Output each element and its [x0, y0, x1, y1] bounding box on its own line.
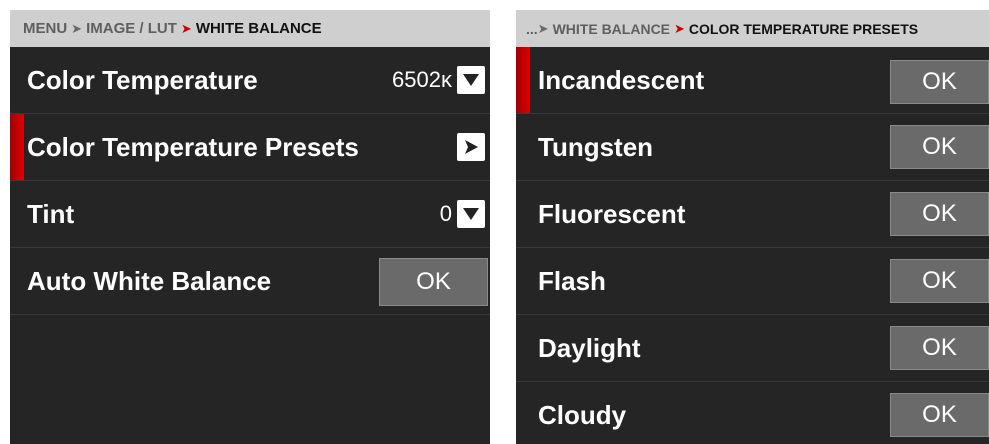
- breadcrumb-item-white-balance[interactable]: WHITE BALANCE: [553, 21, 670, 37]
- preset-row-daylight[interactable]: Daylight OK: [516, 315, 989, 382]
- chevron-right-icon: ➤: [71, 20, 83, 36]
- row-label: Color Temperature: [27, 64, 258, 95]
- cloudy-ok-button[interactable]: OK: [890, 393, 989, 437]
- preset-row-flash[interactable]: Flash OK: [516, 248, 989, 315]
- menu-row-auto-white-balance: Auto White Balance OK: [10, 248, 490, 315]
- row-label: Tungsten: [538, 131, 654, 162]
- selection-indicator: [10, 114, 24, 180]
- menu-row-tint[interactable]: Tint 0: [10, 181, 490, 248]
- tungsten-ok-button[interactable]: OK: [890, 125, 989, 169]
- chevron-down-icon[interactable]: [457, 200, 485, 228]
- breadcrumb-current: WHITE BALANCE: [195, 20, 322, 37]
- chevron-right-icon: ➤: [674, 20, 685, 36]
- incandescent-ok-button[interactable]: OK: [890, 60, 989, 104]
- flash-ok-button[interactable]: OK: [890, 259, 989, 303]
- breadcrumb-ellipsis[interactable]: ...: [526, 21, 538, 37]
- preset-row-incandescent[interactable]: Incandescent OK: [516, 47, 989, 114]
- preset-row-tungsten[interactable]: Tungsten OK: [516, 114, 989, 181]
- chevron-down-icon[interactable]: [457, 66, 485, 94]
- preset-row-cloudy[interactable]: Cloudy OK: [516, 382, 989, 444]
- preset-row-fluorescent[interactable]: Fluorescent OK: [516, 181, 989, 248]
- breadcrumb-item-menu[interactable]: MENU: [23, 20, 67, 37]
- chevron-right-icon: ➤: [537, 20, 549, 36]
- row-label: Incandescent: [538, 64, 705, 95]
- tint-value: 0: [439, 201, 452, 226]
- row-label: Auto White Balance: [27, 265, 272, 296]
- menu-row-color-temperature-presets[interactable]: Color Temperature Presets: [10, 114, 490, 181]
- white-balance-menu-panel: MENU ➤ IMAGE / LUT ➤ WHITE BALANCE Color…: [10, 10, 490, 444]
- menu-row-color-temperature[interactable]: Color Temperature 6502ᴋ: [10, 47, 490, 114]
- auto-white-balance-ok-button[interactable]: OK: [379, 258, 488, 306]
- color-temperature-value: 6502ᴋ: [392, 67, 452, 92]
- row-label: Flash: [538, 265, 606, 296]
- selection-indicator: [516, 47, 530, 113]
- color-temperature-presets-panel: ... ➤ WHITE BALANCE ➤ COLOR TEMPERATURE …: [516, 10, 989, 444]
- breadcrumb-current: COLOR TEMPERATURE PRESETS: [688, 20, 919, 37]
- row-label: Cloudy: [538, 400, 627, 430]
- breadcrumb: MENU ➤ IMAGE / LUT ➤ WHITE BALANCE: [10, 10, 490, 47]
- row-label: Fluorescent: [538, 198, 686, 229]
- chevron-right-icon: ➤: [180, 20, 192, 36]
- daylight-ok-button[interactable]: OK: [890, 326, 989, 370]
- breadcrumb-item-image-lut[interactable]: IMAGE / LUT: [86, 20, 177, 37]
- row-label: Tint: [27, 198, 75, 229]
- row-label: Color Temperature Presets: [27, 131, 359, 162]
- chevron-right-icon[interactable]: [457, 133, 485, 161]
- row-label: Daylight: [538, 332, 641, 363]
- fluorescent-ok-button[interactable]: OK: [890, 192, 989, 236]
- breadcrumb: ... ➤ WHITE BALANCE ➤ COLOR TEMPERATURE …: [516, 10, 989, 47]
